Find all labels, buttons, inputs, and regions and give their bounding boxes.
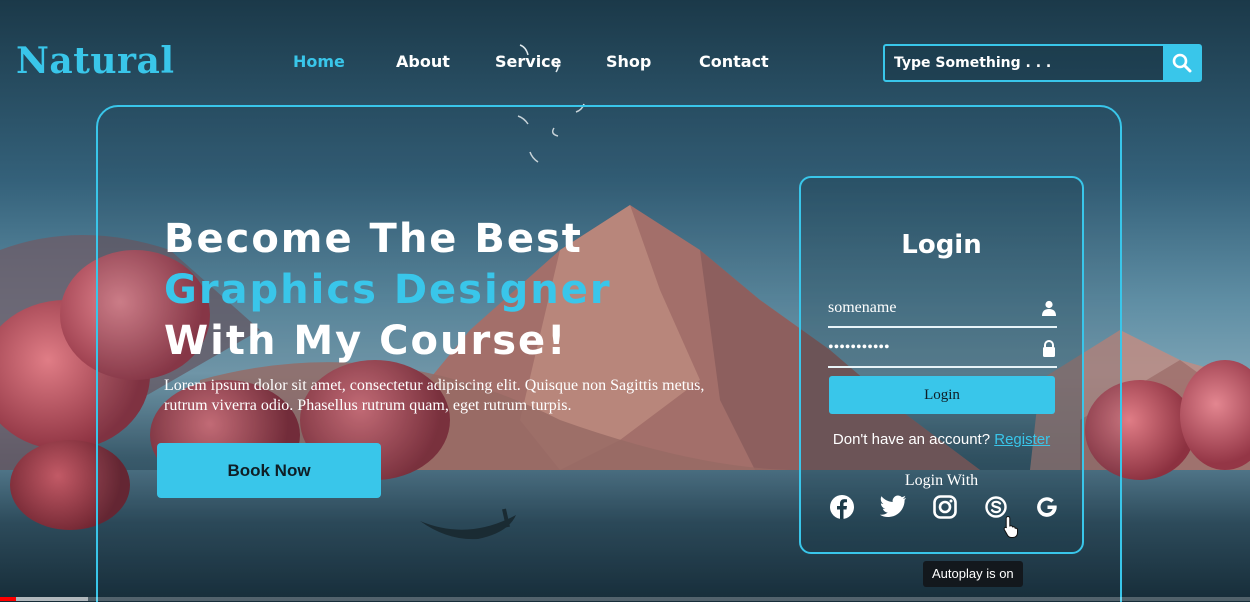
username-field[interactable]	[828, 296, 1028, 320]
book-now-button[interactable]: Book Now	[157, 443, 381, 498]
nav-item-service[interactable]: Service	[495, 52, 562, 71]
login-with-label: Login With	[904, 472, 979, 489]
register-prompt-row: Don't have an account? Register	[801, 431, 1082, 448]
search-input[interactable]	[885, 46, 1163, 80]
progress-played	[0, 597, 17, 601]
video-progress-bar[interactable]	[0, 597, 1250, 601]
twitter-icon[interactable]	[879, 493, 907, 521]
hero-description: Lorem ipsum dolor sit amet, consectetur …	[164, 377, 705, 414]
nav-item-about[interactable]: About	[396, 52, 450, 71]
lock-icon	[1041, 339, 1057, 357]
login-card: Login Login Don't have an account? Regis…	[799, 176, 1084, 554]
hero-headline: Become The Best Graphics Designer With M…	[164, 214, 612, 367]
google-icon[interactable]	[1033, 493, 1061, 521]
headline-line-2: Graphics Designer	[164, 267, 612, 313]
headline-line-1: Become The Best	[164, 216, 583, 262]
search-bar	[883, 44, 1202, 82]
social-login-row	[828, 493, 1061, 523]
register-link[interactable]: Register	[994, 431, 1050, 448]
facebook-icon[interactable]	[828, 493, 856, 521]
user-icon	[1041, 299, 1057, 317]
autoplay-toast: Autoplay is on	[923, 561, 1023, 587]
nav-item-home[interactable]: Home	[293, 52, 345, 71]
password-field[interactable]	[828, 336, 1028, 360]
mouse-cursor-icon	[1003, 515, 1018, 538]
instagram-icon[interactable]	[931, 493, 959, 521]
login-title: Login	[901, 230, 982, 260]
password-field-group	[828, 328, 1057, 368]
search-button[interactable]	[1163, 46, 1200, 80]
register-prompt: Don't have an account?	[832, 431, 991, 448]
login-submit-button[interactable]: Login	[829, 376, 1055, 414]
brand-logo[interactable]: Natural	[16, 40, 175, 82]
search-icon	[1172, 53, 1191, 73]
nav-item-shop[interactable]: Shop	[606, 52, 651, 71]
progress-buffered	[16, 597, 88, 601]
nav-item-contact[interactable]: Contact	[699, 52, 769, 71]
headline-line-3: With My Course!	[164, 318, 568, 364]
username-field-group	[828, 288, 1057, 328]
